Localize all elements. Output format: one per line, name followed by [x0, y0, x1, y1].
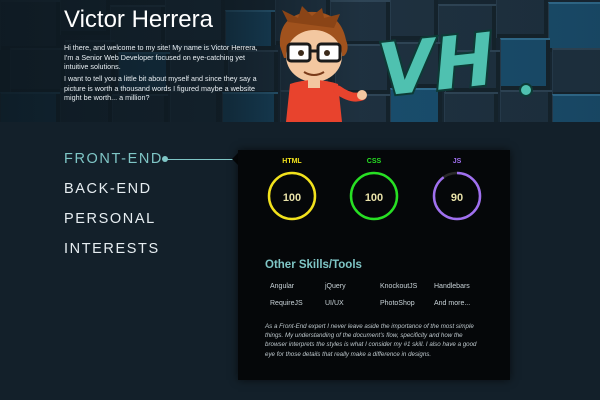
tool-item: UI/UX [325, 300, 344, 307]
tool-item: PhotoShop [380, 300, 415, 307]
front-end-description: As a Front-End expert I never leave asid… [265, 323, 477, 358]
tool-item: jQuery [325, 283, 346, 290]
skill-value-html: 100 [282, 192, 302, 204]
nav-item-personal[interactable]: PERSONAL [64, 211, 163, 241]
skill-value-js: 90 [450, 192, 464, 204]
skill-html: HTML 100 [266, 158, 318, 221]
graffiti-logo: VH [372, 15, 533, 106]
nav-item-back-end[interactable]: BACK-END [64, 181, 163, 211]
tool-item: Angular [270, 283, 295, 290]
tools-heading: Other Skills/Tools [265, 259, 362, 271]
skill-js: JS 90 [431, 158, 483, 221]
skill-css: CSS 100 [348, 158, 400, 221]
tool-item: And more... [434, 300, 471, 307]
tool-item: RequireJS [270, 300, 303, 307]
skill-label-html: HTML [282, 158, 302, 165]
svg-text:VH: VH [374, 17, 498, 106]
header-banner: Victor Herrera Hi there, and welcome to … [0, 0, 600, 122]
skill-label-js: JS [452, 158, 462, 165]
tool-item: Handlebars [434, 283, 470, 290]
intro-paragraph-1: Hi there, and welcome to my site! My nam… [64, 43, 258, 71]
active-indicator-line [164, 159, 238, 160]
intro-paragraph-2: I want to tell you a little bit about my… [64, 74, 257, 102]
skill-category-nav: FRONT-END BACK-END PERSONAL INTERESTS [64, 151, 163, 271]
site-title: Victor Herrera [64, 6, 213, 33]
cartoon-avatar [279, 6, 367, 122]
skill-value-css: 100 [364, 192, 384, 204]
tool-item: KnockoutJS [380, 283, 418, 290]
nav-item-interests[interactable]: INTERESTS [64, 241, 163, 271]
nav-item-front-end[interactable]: FRONT-END [64, 151, 163, 181]
skill-label-css: CSS [366, 158, 382, 165]
